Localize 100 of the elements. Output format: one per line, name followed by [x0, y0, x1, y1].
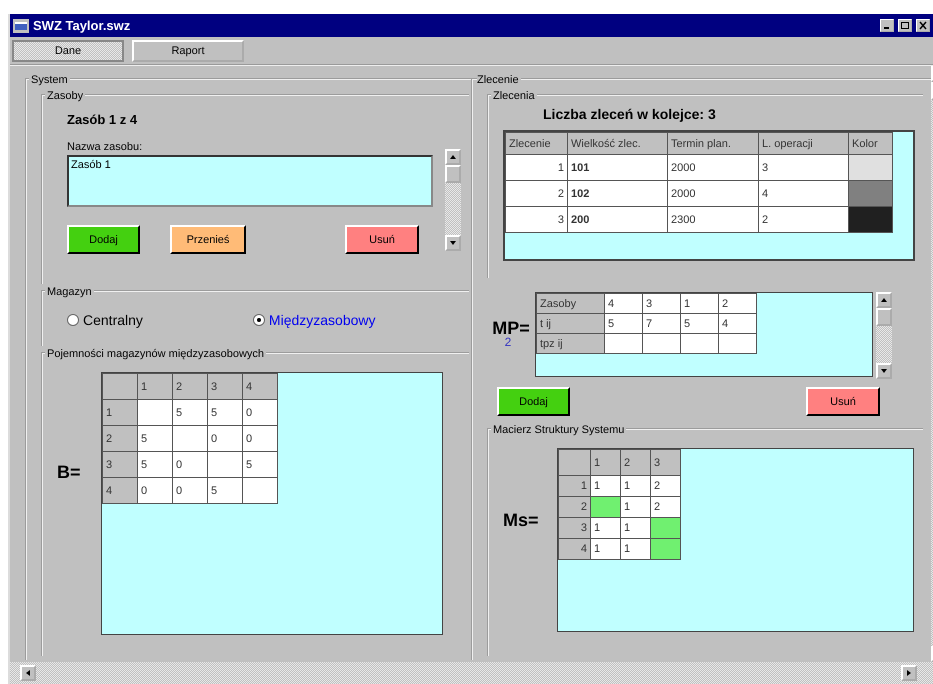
close-icon: [918, 21, 928, 30]
delete-button[interactable]: Usuń: [345, 225, 419, 254]
table-cell: 5: [138, 426, 172, 452]
group-label: Pojemności magazynów międzyzasobowych: [47, 348, 264, 360]
column-header: 3: [650, 450, 680, 476]
column-header: Wielkość zlec.: [568, 132, 668, 154]
table-cell: 1: [620, 518, 650, 538]
radio-button[interactable]: Międzyzasobowy: [252, 312, 376, 328]
scroll-down-button[interactable]: [445, 235, 461, 251]
table-cell: 0: [172, 452, 208, 478]
column-header: Zlecenie: [506, 132, 568, 154]
table-cell: 0: [242, 426, 278, 452]
column-header: Kolor: [848, 132, 892, 154]
group-label: Zlecenie: [477, 74, 519, 86]
scroll-up-button[interactable]: [876, 292, 892, 308]
row-header: 1: [102, 400, 138, 426]
delete-button[interactable]: Usuń: [806, 387, 880, 416]
matrix-label: MP=: [492, 318, 530, 338]
table-cell: 2: [650, 496, 680, 518]
corner-cell: [102, 374, 138, 400]
group-label: Zasoby: [47, 90, 84, 102]
table-cell: 3: [642, 294, 680, 314]
window-title: SWZ Taylor.swz: [33, 18, 132, 33]
table-cell: 2: [650, 476, 680, 496]
scroll-up-button[interactable]: [445, 149, 461, 165]
tab[interactable]: Raport: [132, 40, 244, 62]
row-header: 4: [102, 478, 138, 504]
radio-button[interactable]: Centralny: [67, 312, 143, 328]
table-cell: 101: [568, 154, 668, 180]
maximize-icon: [900, 21, 910, 30]
column-header: 2: [172, 374, 208, 400]
table-cell: 2: [718, 294, 756, 314]
table-cell: 5: [172, 400, 208, 426]
tab[interactable]: Dane: [12, 40, 124, 62]
group-label: Zlecenia: [493, 90, 535, 102]
matrix-label: B=: [57, 462, 82, 484]
move-button[interactable]: Przenieś: [170, 225, 246, 254]
add-button[interactable]: Dodaj: [67, 225, 140, 254]
add-button[interactable]: Dodaj: [497, 387, 570, 416]
table-cell: 1: [680, 294, 718, 314]
table-cell: 0: [138, 478, 172, 504]
row-header: 1: [558, 476, 590, 496]
matrix-label: Ms=: [503, 510, 540, 532]
group-label: Magazyn: [47, 286, 92, 298]
close-button[interactable]: [916, 19, 930, 32]
table-cell: 4: [718, 314, 756, 334]
table-cell: 5: [208, 400, 242, 426]
row-header: t ij: [536, 314, 604, 334]
table-cell: 5: [604, 314, 642, 334]
table-cell: 2000: [668, 154, 758, 180]
field-label: Nazwa zasobu:: [67, 141, 144, 153]
column-header: Termin plan.: [668, 132, 758, 154]
group-label: System: [31, 74, 68, 86]
table-cell: 4: [758, 180, 848, 206]
column-header: 3: [208, 374, 242, 400]
resource-name-field[interactable]: Zasób 1: [67, 155, 433, 207]
table-cell: 2: [758, 206, 848, 232]
column-header: 1: [138, 374, 172, 400]
table-cell: 3: [758, 154, 848, 180]
column-header: 1: [590, 450, 620, 476]
table-cell: 1: [590, 518, 620, 538]
column-header: L. operacji: [758, 132, 848, 154]
column-header: 2: [620, 450, 650, 476]
table-cell: 2000: [668, 180, 758, 206]
scrollbar[interactable]: [10, 662, 933, 684]
group-label: Macierz Struktury Systemu: [493, 424, 624, 436]
corner-cell: [558, 450, 590, 476]
scroll-down-button[interactable]: [876, 363, 892, 379]
table-cell: 2: [506, 180, 568, 206]
table-cell: 102: [568, 180, 668, 206]
table-cell: 1: [590, 476, 620, 496]
app-icon: [13, 18, 29, 32]
table-cell: 1: [620, 496, 650, 518]
row-header: 4: [558, 538, 590, 560]
scroll-right-button[interactable]: [901, 665, 917, 681]
table-cell: 5: [208, 478, 242, 504]
scroll-left-button[interactable]: [20, 665, 36, 681]
table-cell: 1: [590, 538, 620, 560]
scroll-thumb[interactable]: [445, 165, 461, 183]
column-header: 4: [242, 374, 278, 400]
row-header: 3: [558, 518, 590, 538]
scroll-thumb[interactable]: [876, 308, 892, 326]
radio-icon[interactable]: [67, 314, 79, 326]
maximize-button[interactable]: [898, 19, 912, 32]
scrollbar[interactable]: [876, 292, 892, 379]
matrix-index: 2: [504, 335, 512, 349]
scrollbar[interactable]: [445, 149, 461, 251]
table-cell: 5: [138, 452, 172, 478]
row-header: tpz ij: [536, 334, 604, 354]
minimize-button[interactable]: [880, 19, 894, 32]
table-cell: 1: [620, 476, 650, 496]
radio-icon[interactable]: [252, 314, 265, 326]
table-cell: 3: [506, 206, 568, 232]
order-count: Liczba zleceń w kolejce: 3: [543, 106, 717, 122]
table-cell: 5: [680, 314, 718, 334]
resource-counter: Zasób 1 z 4: [67, 112, 138, 127]
table-cell: 1: [506, 154, 568, 180]
table-cell: 2300: [668, 206, 758, 232]
row-header: 2: [558, 496, 590, 518]
row-header: 2: [102, 426, 138, 452]
